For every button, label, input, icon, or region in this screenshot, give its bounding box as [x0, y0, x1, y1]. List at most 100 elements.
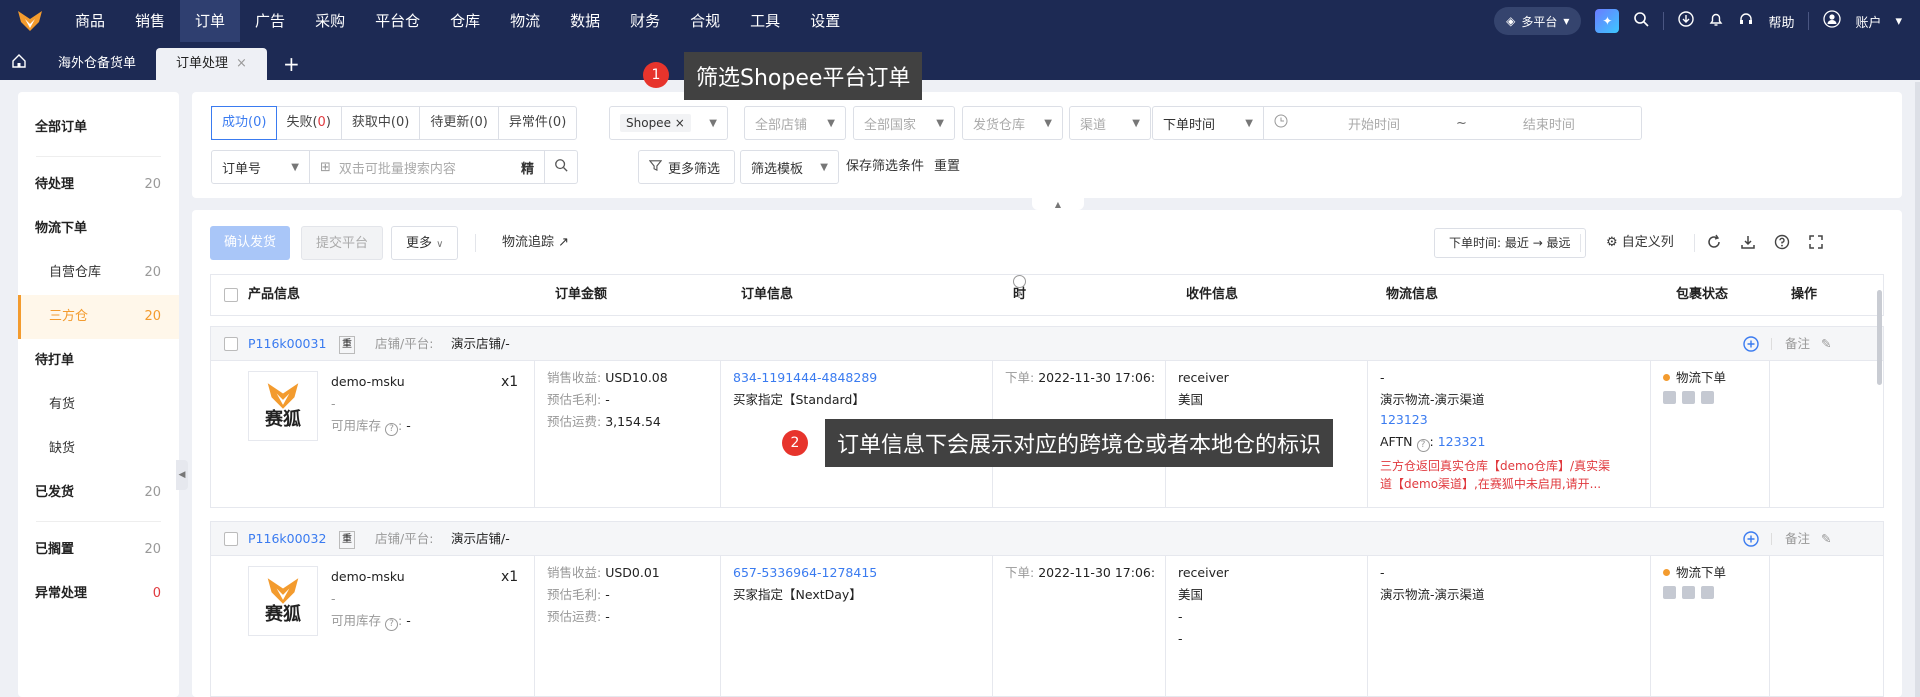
sidebar-item-on-hold[interactable]: 已搁置 20 [18, 528, 179, 572]
add-tab-button[interactable]: + [267, 48, 316, 80]
nav-orders[interactable]: 订单 [180, 0, 241, 42]
tab-overseas-stock[interactable]: 海外仓备货单 [38, 48, 156, 80]
filter-template-select[interactable]: 筛选模板 ▼ [740, 150, 839, 184]
end-date-input[interactable]: 结束时间 [1523, 114, 1575, 133]
help-link[interactable]: 帮助 [1768, 12, 1794, 31]
home-icon[interactable] [0, 42, 38, 80]
search-button[interactable] [544, 150, 578, 184]
sidebar-item-logistics[interactable]: 物流下单 [18, 207, 179, 251]
track-link[interactable]: 物流追踪 ↗ [488, 226, 583, 260]
add-circle-icon[interactable] [1743, 336, 1759, 355]
fullscreen-icon[interactable] [1806, 232, 1826, 252]
sidebar-item-shipped[interactable]: 已发货 20 [18, 471, 179, 515]
nav-ads[interactable]: 广告 [240, 0, 300, 42]
sidebar-item-in-stock[interactable]: 有货 [18, 383, 179, 427]
table-scrollbar[interactable] [1877, 290, 1882, 385]
download-icon[interactable] [1678, 11, 1695, 31]
close-icon[interactable]: × [236, 48, 247, 80]
sidebar-item-abnormal[interactable]: 异常处理 0 [18, 572, 179, 616]
sort-select[interactable]: 下单时间: 最近 → 最远 [1434, 228, 1586, 258]
select-all-checkbox[interactable] [224, 288, 238, 302]
sidebar-item-self-warehouse[interactable]: 自营仓库 20 [18, 251, 179, 295]
ai-app-icon[interactable]: ✦ [1595, 9, 1620, 33]
edit-icon[interactable]: ✎ [1821, 327, 1831, 361]
order-id-link[interactable]: P116k00031 [248, 327, 326, 361]
nav-compliance[interactable]: 合规 [675, 0, 735, 42]
nav-platform-wh[interactable]: 平台仓 [360, 0, 435, 42]
status-tab-fetching[interactable]: 获取中(0) [342, 107, 421, 139]
row-checkbox[interactable] [224, 532, 238, 546]
more-filter-button[interactable]: 更多筛选 [638, 150, 735, 184]
status-tab-to-update[interactable]: 待更新(0) [420, 107, 499, 139]
caret-down-icon[interactable]: ▾ [1895, 14, 1902, 29]
nav-settings[interactable]: 设置 [795, 0, 855, 42]
page-scrollbar[interactable] [1915, 82, 1920, 697]
check-icon[interactable] [1682, 391, 1695, 404]
nav-finance[interactable]: 财务 [615, 0, 675, 42]
order-number-link[interactable]: 834-1191444-4848289 [733, 367, 877, 389]
upload-icon[interactable] [1701, 391, 1714, 404]
submit-platform-button[interactable]: 提交平台 [301, 226, 384, 260]
nav-data[interactable]: 数据 [555, 0, 615, 42]
nav-products[interactable]: 商品 [60, 0, 120, 42]
save-filter-link[interactable]: 保存筛选条件 [846, 150, 924, 184]
warehouse-select[interactable]: 发货仓库 ▼ [962, 106, 1063, 140]
reset-link[interactable]: 重置 [934, 150, 960, 184]
sidebar-item-pending[interactable]: 待处理 20 [18, 163, 179, 207]
order-number-link[interactable]: 657-5336964-1278415 [733, 562, 877, 584]
exact-match-toggle[interactable]: 精 [521, 158, 534, 177]
more-actions-button[interactable]: 更多 ∨ [391, 226, 459, 260]
app-logo[interactable] [0, 0, 60, 42]
custom-columns-button[interactable]: ⚙ 自定义列 [1592, 226, 1688, 260]
upload-icon[interactable] [1701, 586, 1714, 599]
close-icon[interactable]: × [675, 116, 685, 130]
store-select[interactable]: 全部店铺 ▼ [744, 106, 846, 140]
tracking-number-link[interactable]: 123123 [1380, 409, 1428, 431]
filter-collapse-toggle[interactable]: ▲ [1032, 198, 1084, 210]
add-circle-icon[interactable] [1743, 531, 1759, 550]
help-icon[interactable]: ? [1416, 439, 1430, 452]
platform-switch[interactable]: ◈ 多平台 ▾ [1494, 7, 1582, 35]
confirm-ship-button[interactable]: 确认发货 [210, 226, 291, 260]
search-icon[interactable] [1633, 11, 1650, 31]
label-icon[interactable] [1663, 391, 1676, 404]
order-id-link[interactable]: P116k00032 [248, 522, 326, 556]
user-icon[interactable] [1823, 10, 1842, 32]
help-icon[interactable] [1772, 232, 1792, 252]
tab-order-processing[interactable]: 订单处理 × [156, 48, 267, 80]
help-icon[interactable]: ? [385, 618, 398, 631]
nav-warehouse[interactable]: 仓库 [435, 0, 495, 42]
remark-link[interactable]: 备注 [1785, 522, 1810, 556]
help-icon[interactable]: ? [1013, 275, 1026, 301]
date-range-picker[interactable]: 开始时间 ~ 结束时间 [1263, 106, 1642, 140]
label-icon[interactable] [1663, 586, 1676, 599]
nav-purchase[interactable]: 采购 [300, 0, 360, 42]
country-select[interactable]: 全部国家 ▼ [853, 106, 955, 140]
nav-sales[interactable]: 销售 [120, 0, 180, 42]
channel-select[interactable]: 渠道 ▼ [1069, 106, 1151, 140]
sidebar-item-to-print[interactable]: 待打单 [18, 339, 179, 383]
nav-tools[interactable]: 工具 [735, 0, 795, 42]
row-checkbox[interactable] [224, 337, 238, 351]
platform-select[interactable]: Shopee × ▼ [609, 106, 728, 140]
remark-link[interactable]: 备注 [1785, 327, 1810, 361]
account-menu[interactable]: 账户 [1855, 12, 1881, 31]
search-field-select[interactable]: 订单号 ▼ [211, 150, 310, 184]
headset-icon[interactable] [1738, 11, 1754, 31]
export-icon[interactable] [1738, 232, 1758, 252]
aftn-link[interactable]: 123321 [1438, 434, 1486, 449]
refresh-icon[interactable] [1704, 232, 1724, 252]
bell-icon[interactable] [1708, 11, 1724, 31]
search-input[interactable]: ⊞ 双击可批量搜索内容 精 [309, 150, 545, 184]
start-date-input[interactable]: 开始时间 [1348, 114, 1400, 133]
status-tab-success[interactable]: 成功(0) [211, 106, 278, 140]
edit-icon[interactable]: ✎ [1821, 522, 1831, 556]
status-tab-abnormal[interactable]: 异常件(0) [499, 107, 576, 139]
nav-logistics[interactable]: 物流 [495, 0, 555, 42]
sidebar-item-third-party-warehouse[interactable]: 三方仓 20 [18, 295, 179, 339]
status-tab-failed[interactable]: 失败(0) [276, 107, 342, 139]
help-icon[interactable]: ? [385, 423, 398, 436]
check-icon[interactable] [1682, 586, 1695, 599]
sidebar-item-all[interactable]: 全部订单 [18, 106, 179, 150]
time-type-select[interactable]: 下单时间 ▼ [1152, 106, 1264, 140]
